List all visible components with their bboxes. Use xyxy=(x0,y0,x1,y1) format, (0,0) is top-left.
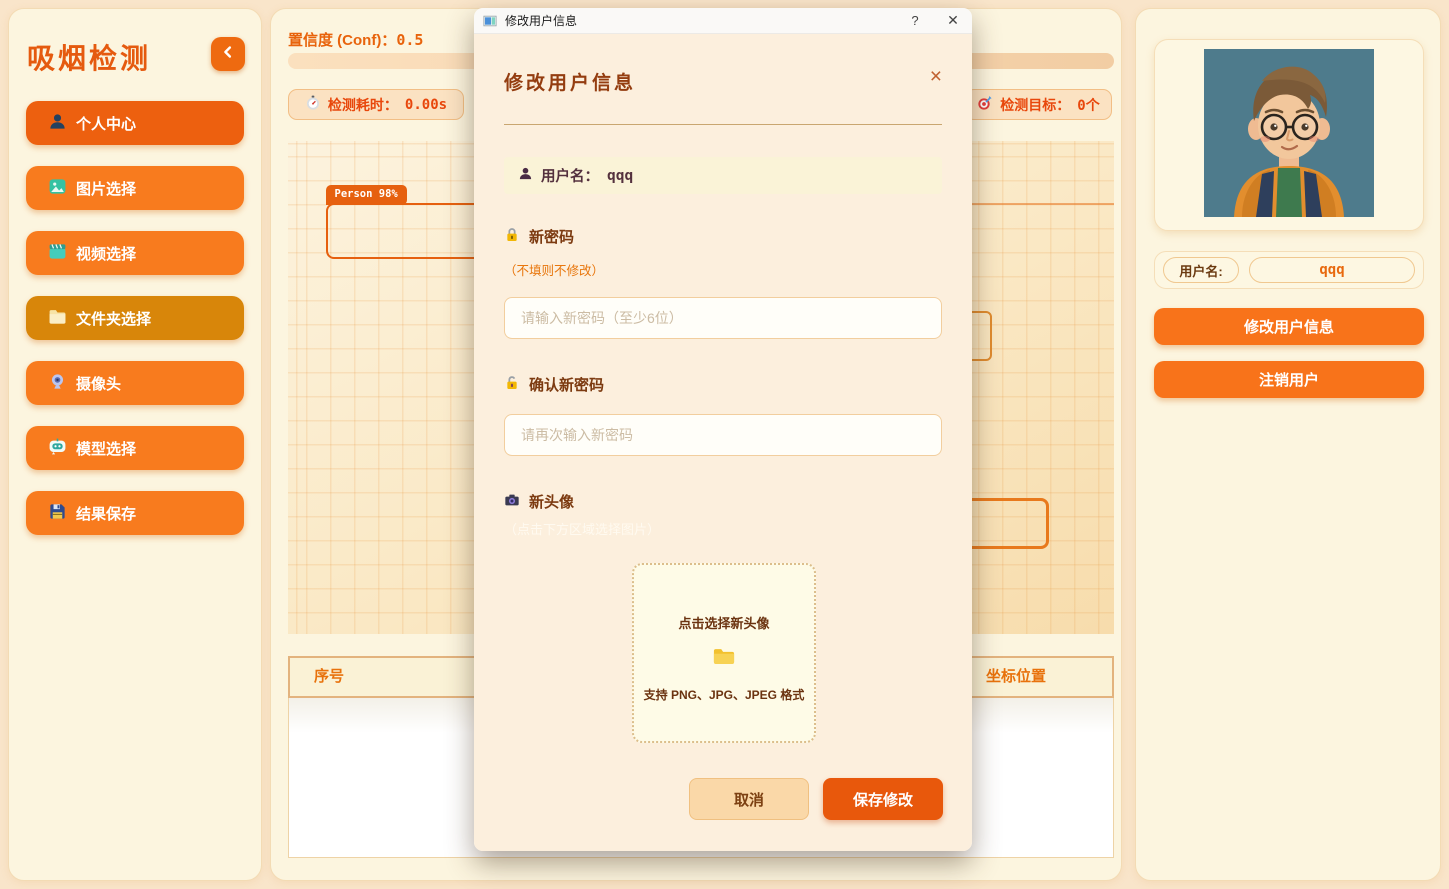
new-avatar-hint: （点击下方区域选择图片） xyxy=(504,522,661,537)
dropzone-title: 点击选择新头像 xyxy=(678,616,770,631)
new-avatar-label: 新头像 xyxy=(504,491,574,512)
sidebar-item-label: 模型选择 xyxy=(76,440,137,458)
dialog-titlebar[interactable]: 修改用户信息 ? ✕ xyxy=(474,8,972,34)
logout-user-button[interactable]: 注销用户 xyxy=(1154,361,1424,398)
dialog-heading: 修改用户信息 xyxy=(504,72,637,94)
unlock-icon xyxy=(504,375,520,395)
sidebar-item-label: 文件夹选择 xyxy=(76,310,152,328)
new-password-label: 新密码 xyxy=(504,226,574,247)
person-icon xyxy=(518,166,533,185)
dialog-help-button[interactable]: ? xyxy=(896,8,934,34)
dialog-close-button[interactable]: ✕ xyxy=(934,8,972,34)
dialog-content: 修改用户信息 × 用户名： qqq 新密码 （不填则不修改） 确认新密码 新头像… xyxy=(474,34,972,851)
column-header-index: 序号 xyxy=(314,668,345,685)
target-icon xyxy=(977,95,993,114)
webcam-icon xyxy=(48,372,67,395)
sidebar-item-model-select[interactable]: 模型选择 xyxy=(26,426,244,470)
sidebar-item-label: 个人中心 xyxy=(76,115,137,133)
sidebar-item-camera[interactable]: 摄像头 xyxy=(26,361,244,405)
dialog-username-row: 用户名： qqq xyxy=(504,157,942,194)
detection-box-label: Person 98% xyxy=(325,185,407,205)
confirm-password-label: 确认新密码 xyxy=(504,374,604,395)
detection-target-badge: 检测目标： 0个 xyxy=(965,89,1112,120)
username-label: 用户名: xyxy=(1163,257,1239,283)
confidence-label: 置信度 (Conf)：0.5 xyxy=(288,31,424,49)
lock-icon xyxy=(504,227,520,247)
edit-user-dialog: 修改用户信息 ? ✕ 修改用户信息 × 用户名： qqq 新密码 （不填则不修改… xyxy=(474,8,972,851)
dialog-username-value: qqq xyxy=(607,167,634,184)
app-title: 吸烟检测 xyxy=(27,42,152,75)
chevron-left-icon xyxy=(219,43,237,66)
avatar-card xyxy=(1154,39,1424,231)
sidebar-item-image-select[interactable]: 图片选择 xyxy=(26,166,244,210)
edit-user-info-button[interactable]: 修改用户信息 xyxy=(1154,308,1424,345)
dialog-heading-close-icon[interactable]: × xyxy=(930,66,942,87)
person-icon xyxy=(48,112,67,135)
clapper-icon xyxy=(48,242,67,265)
sidebar: 吸烟检测 个人中心 图片选择 视频选择 文件夹选择 摄像头 模型选择 结果保存 xyxy=(8,8,262,881)
dialog-actions: 取消 保存修改 xyxy=(689,778,943,820)
save-icon xyxy=(48,502,67,525)
confirm-password-input[interactable] xyxy=(504,414,942,456)
sidebar-item-label: 结果保存 xyxy=(76,505,137,523)
dialog-window-title: 修改用户信息 xyxy=(505,14,578,28)
robot-icon xyxy=(48,437,67,460)
sidebar-item-label: 视频选择 xyxy=(76,245,137,263)
avatar-dropzone[interactable]: 点击选择新头像 支持 PNG、JPG、JPEG 格式 xyxy=(632,563,816,743)
sidebar-item-save-results[interactable]: 结果保存 xyxy=(26,491,244,535)
new-password-hint: （不填则不修改） xyxy=(504,264,605,278)
detection-time-badge: 检测耗时： 0.00s xyxy=(288,89,464,120)
sidebar-item-label: 图片选择 xyxy=(76,180,137,198)
new-password-input[interactable] xyxy=(504,297,942,339)
column-header-coords: 坐标位置 xyxy=(986,668,1047,685)
username-value: qqq xyxy=(1249,257,1415,283)
sidebar-collapse-button[interactable] xyxy=(211,37,245,71)
sidebar-item-video-select[interactable]: 视频选择 xyxy=(26,231,244,275)
folder-icon xyxy=(713,647,735,671)
user-avatar-image xyxy=(1204,48,1374,222)
folder-icon xyxy=(48,307,67,330)
dropzone-formats: 支持 PNG、JPG、JPEG 格式 xyxy=(643,688,805,702)
save-changes-button[interactable]: 保存修改 xyxy=(823,778,943,820)
divider xyxy=(504,124,942,125)
sidebar-item-folder-select[interactable]: 文件夹选择 xyxy=(26,296,244,340)
camera-icon xyxy=(504,492,520,512)
username-row: 用户名: qqq xyxy=(1154,251,1424,289)
cancel-button[interactable]: 取消 xyxy=(689,778,809,820)
profile-panel: 用户名: qqq 修改用户信息 注销用户 xyxy=(1135,8,1441,881)
window-icon xyxy=(483,14,497,28)
image-icon xyxy=(48,177,67,200)
confidence-value: 0.5 xyxy=(396,31,424,49)
sidebar-item-profile[interactable]: 个人中心 xyxy=(26,101,244,145)
sidebar-item-label: 摄像头 xyxy=(76,375,122,393)
stopwatch-icon xyxy=(305,95,321,114)
sidebar-nav: 个人中心 图片选择 视频选择 文件夹选择 摄像头 模型选择 结果保存 xyxy=(26,101,244,556)
